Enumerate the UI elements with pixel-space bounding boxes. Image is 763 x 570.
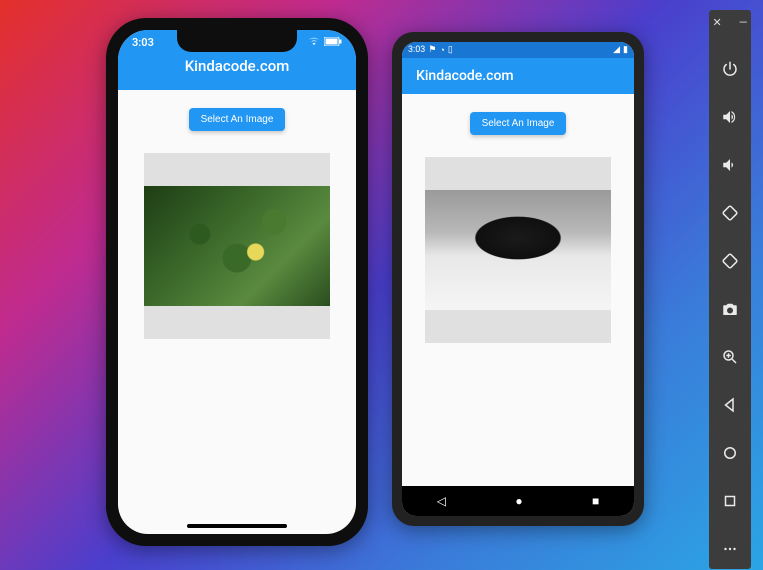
selected-image-container (425, 157, 611, 343)
iphone-frame: 3:03 Kindacode.com Select An Image (106, 18, 368, 546)
volume-up-icon[interactable] (716, 103, 744, 131)
square-icon: ▯ (448, 45, 453, 55)
home-circle-icon[interactable] (716, 439, 744, 467)
android-status-time: 3:03 (408, 45, 425, 55)
selected-image (144, 186, 330, 306)
volume-down-icon[interactable] (716, 151, 744, 179)
android-back-button[interactable]: ◁ (437, 494, 446, 508)
android-nav-bar: ◁ ● ■ (402, 486, 634, 516)
debug-icon: ⚑ (428, 45, 436, 55)
android-home-button[interactable]: ● (515, 494, 522, 508)
overview-icon[interactable] (716, 487, 744, 515)
ios-status-time: 3:03 (132, 36, 154, 49)
iphone-screen: 3:03 Kindacode.com Select An Image (118, 30, 356, 534)
android-recent-button[interactable]: ■ (592, 494, 599, 508)
back-icon[interactable] (716, 391, 744, 419)
selected-image-container (144, 153, 330, 339)
camera-icon[interactable] (716, 295, 744, 323)
rotate-left-icon[interactable] (716, 199, 744, 227)
iphone-notch (177, 30, 297, 52)
android-screen: 3:03 ⚑ ◔ ▯ ◢ ▮ Kindacode.com Select An I… (402, 42, 634, 516)
android-app-title: Kindacode.com (416, 68, 514, 84)
ios-app-title: Kindacode.com (118, 57, 356, 75)
signal-icon: ◢ (613, 45, 620, 55)
select-image-button[interactable]: Select An Image (189, 108, 286, 131)
android-app-header: Kindacode.com (402, 58, 634, 94)
more-icon[interactable] (716, 535, 744, 563)
power-icon[interactable] (716, 55, 744, 83)
emulator-close-button[interactable]: ✕ (713, 16, 722, 29)
battery-icon (324, 36, 342, 49)
wifi-icon (308, 36, 320, 49)
battery-icon: ▮ (623, 45, 628, 55)
zoom-in-icon[interactable] (716, 343, 744, 371)
circle-icon: ◔ (439, 45, 444, 56)
android-status-bar: 3:03 ⚑ ◔ ▯ ◢ ▮ (402, 42, 634, 58)
emulator-toolbar: ✕ — (709, 10, 751, 569)
rotate-right-icon[interactable] (716, 247, 744, 275)
selected-image (425, 190, 611, 310)
android-frame: 3:03 ⚑ ◔ ▯ ◢ ▮ Kindacode.com Select An I… (392, 32, 644, 526)
emulator-minimize-button[interactable]: — (739, 16, 748, 29)
ios-app-body: Select An Image (118, 90, 356, 339)
select-image-button[interactable]: Select An Image (470, 112, 567, 135)
iphone-home-indicator[interactable] (187, 524, 287, 528)
android-app-body: Select An Image (402, 94, 634, 486)
